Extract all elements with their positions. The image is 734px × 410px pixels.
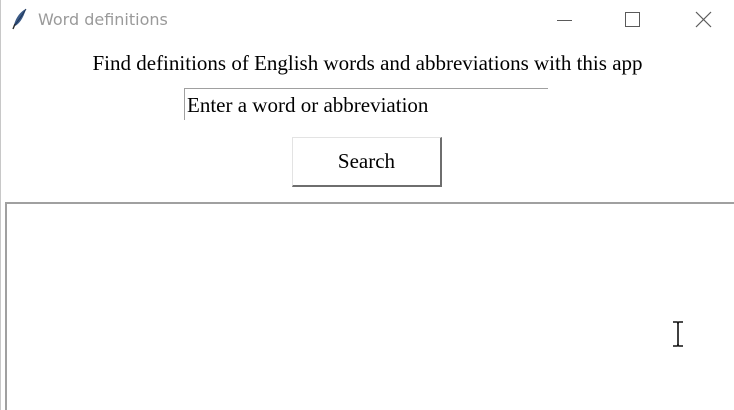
feather-icon [11,8,29,30]
word-entry-input[interactable] [184,88,548,120]
app-window: Word definitions Find definitions of Eng… [0,0,734,410]
close-button[interactable] [680,0,726,40]
search-button[interactable]: Search [292,137,442,187]
minimize-button[interactable] [541,0,587,40]
window-title: Word definitions [38,10,168,29]
app-description-label: Find definitions of English words and ab… [92,51,643,75]
title-bar[interactable]: Word definitions [1,0,734,40]
text-cursor-icon [670,320,686,348]
definition-output-area[interactable] [5,202,734,410]
maximize-button[interactable] [608,0,654,40]
